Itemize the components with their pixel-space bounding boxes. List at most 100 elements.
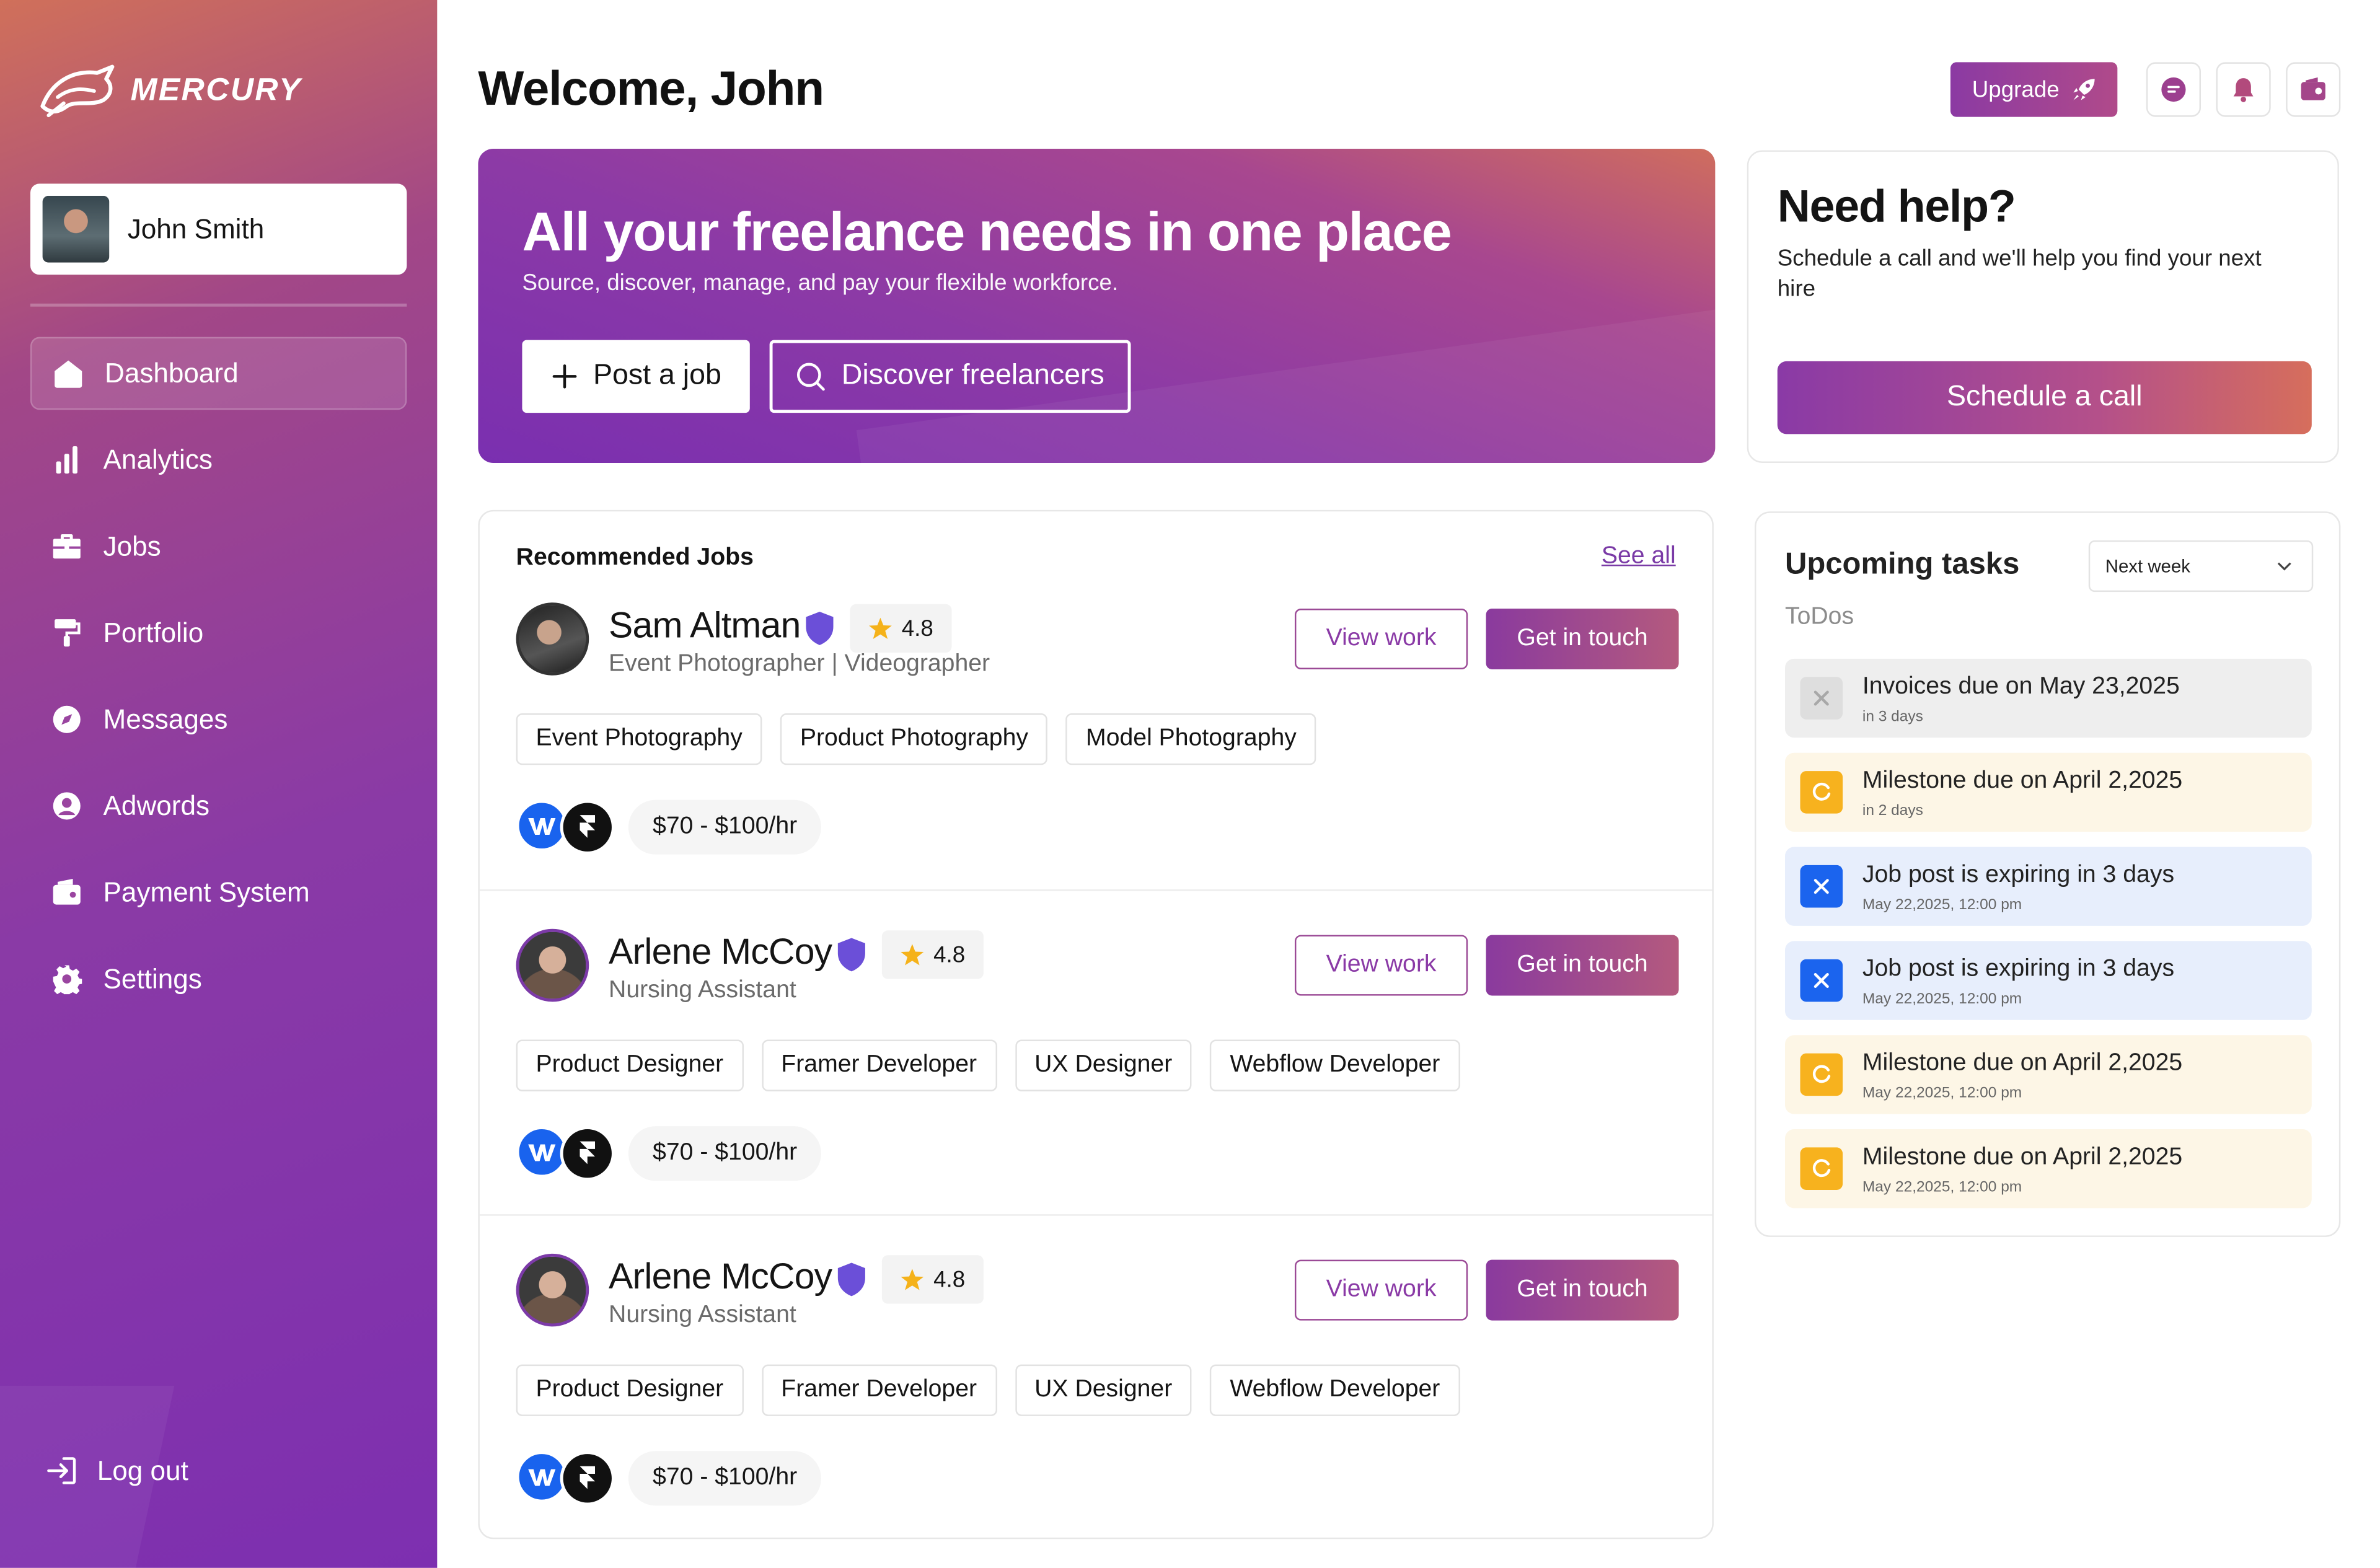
logout-icon bbox=[47, 1457, 76, 1484]
skill-tag[interactable]: UX Designer bbox=[1015, 1364, 1192, 1416]
chat-icon bbox=[2161, 77, 2186, 102]
task-title: Invoices due on May 23,2025 bbox=[1862, 674, 2180, 700]
view-work-button[interactable]: View work bbox=[1294, 609, 1468, 669]
progress-icon bbox=[1800, 771, 1843, 814]
sidebar-nav: Dashboard Analytics Jobs Portfolio Messa… bbox=[30, 337, 407, 1029]
task-item[interactable]: Milestone due on April 2,2025 May 22,202… bbox=[1785, 1035, 2312, 1114]
wallet-icon bbox=[2301, 77, 2325, 100]
close-icon[interactable] bbox=[1800, 959, 1843, 1002]
sidebar-item-dashboard[interactable]: Dashboard bbox=[30, 337, 407, 410]
progress-icon bbox=[1800, 1147, 1843, 1190]
hourly-rate: $70 - $100/hr bbox=[628, 1126, 822, 1181]
task-item[interactable]: Job post is expiring in 3 days May 22,20… bbox=[1785, 941, 2312, 1020]
freelancer-name[interactable]: Sam Altman bbox=[609, 606, 801, 648]
get-in-touch-button[interactable]: Get in touch bbox=[1486, 609, 1679, 669]
close-icon[interactable] bbox=[1800, 865, 1843, 908]
job-card: Sam Altman 4.8 Event Photographer | Vide… bbox=[480, 511, 1712, 855]
task-item[interactable]: Job post is expiring in 3 days May 22,20… bbox=[1785, 847, 2312, 926]
freelancer-name[interactable]: Arlene McCoy bbox=[609, 1257, 832, 1300]
discover-freelancers-button[interactable]: Discover freelancers bbox=[769, 340, 1131, 413]
sidebar-item-jobs[interactable]: Jobs bbox=[30, 510, 407, 583]
close-icon[interactable] bbox=[1800, 677, 1843, 720]
task-title: Milestone due on April 2,2025 bbox=[1862, 1144, 2183, 1171]
skill-tag[interactable]: Model Photography bbox=[1066, 713, 1316, 765]
search-icon bbox=[797, 363, 826, 391]
user-profile-card[interactable]: John Smith bbox=[30, 183, 407, 275]
star-icon bbox=[901, 944, 924, 966]
todos-label: ToDos bbox=[1785, 604, 1854, 630]
post-job-label: Post a job bbox=[593, 359, 721, 392]
discover-freelancers-label: Discover freelancers bbox=[841, 359, 1104, 392]
sidebar-item-messages[interactable]: Messages bbox=[30, 683, 407, 756]
sidebar-item-adwords[interactable]: Adwords bbox=[30, 770, 407, 843]
upgrade-button[interactable]: Upgrade bbox=[1950, 62, 2118, 117]
task-list: Invoices due on May 23,2025 in 3 days Mi… bbox=[1785, 658, 2312, 1223]
help-card: Need help? Schedule a call and we'll hel… bbox=[1747, 150, 2339, 463]
tool-icons bbox=[516, 799, 617, 855]
framer-icon bbox=[560, 799, 615, 855]
help-title: Need help? bbox=[1777, 182, 2016, 232]
skill-tags: Product Designer Framer Developer UX Des… bbox=[516, 1039, 1460, 1091]
sidebar-item-analytics[interactable]: Analytics bbox=[30, 423, 407, 496]
brand-logo[interactable]: MERCURY bbox=[37, 61, 302, 121]
skill-tag[interactable]: Product Photography bbox=[780, 713, 1048, 765]
notifications-button[interactable] bbox=[2216, 62, 2271, 117]
task-item[interactable]: Invoices due on May 23,2025 in 3 days bbox=[1785, 658, 2312, 738]
rocket-icon bbox=[2073, 79, 2095, 100]
freelancer-name[interactable]: Arlene McCoy bbox=[609, 932, 832, 975]
upcoming-tasks-title: Upcoming tasks bbox=[1785, 548, 2020, 581]
task-item[interactable]: Milestone due on April 2,2025 May 22,202… bbox=[1785, 1129, 2312, 1209]
tool-icons bbox=[516, 1126, 617, 1181]
task-title: Job post is expiring in 3 days bbox=[1862, 862, 2175, 888]
verified-shield-icon bbox=[837, 1262, 865, 1297]
avatar bbox=[516, 602, 589, 676]
plus-icon bbox=[552, 364, 576, 389]
page-title: Welcome, John bbox=[478, 60, 824, 116]
hero-title: All your freelance needs in one place bbox=[522, 200, 1452, 263]
get-in-touch-button[interactable]: Get in touch bbox=[1486, 1259, 1679, 1321]
skill-tag[interactable]: Product Designer bbox=[516, 1039, 744, 1091]
wallet-button[interactable] bbox=[2286, 62, 2341, 117]
bell-icon bbox=[2233, 78, 2254, 102]
week-filter-value: Next week bbox=[2105, 555, 2190, 577]
post-job-button[interactable]: Post a job bbox=[522, 340, 750, 413]
skill-tag[interactable]: Product Designer bbox=[516, 1364, 744, 1416]
upcoming-tasks-panel: Upcoming tasks Next week ToDos Invoices … bbox=[1755, 511, 2341, 1237]
view-work-button[interactable]: View work bbox=[1294, 935, 1468, 996]
tool-icons bbox=[516, 1451, 617, 1506]
schedule-call-button[interactable]: Schedule a call bbox=[1777, 361, 2312, 434]
task-item[interactable]: Milestone due on April 2,2025 in 2 days bbox=[1785, 752, 2312, 832]
task-title: Job post is expiring in 3 days bbox=[1862, 956, 2175, 982]
logout-label: Log out bbox=[97, 1455, 188, 1486]
briefcase-icon bbox=[53, 534, 81, 559]
task-subtitle: May 22,2025, 12:00 pm bbox=[1862, 1085, 2022, 1102]
sidebar-item-payment-system[interactable]: Payment System bbox=[30, 856, 407, 929]
sidebar-item-settings[interactable]: Settings bbox=[30, 943, 407, 1016]
chevron-down-icon bbox=[2277, 562, 2291, 571]
skill-tag[interactable]: Webflow Developer bbox=[1210, 1039, 1460, 1091]
skill-tag[interactable]: Event Photography bbox=[516, 713, 762, 765]
freelancer-role: Nursing Assistant bbox=[609, 977, 796, 1003]
hourly-rate: $70 - $100/hr bbox=[628, 1451, 822, 1506]
rating-value: 4.8 bbox=[901, 615, 933, 641]
skill-tags: Event Photography Product Photography Mo… bbox=[516, 713, 1316, 765]
hero-subtitle: Source, discover, manage, and pay your f… bbox=[522, 270, 1119, 296]
logout-button[interactable]: Log out bbox=[45, 1454, 188, 1487]
skill-tag[interactable]: Framer Developer bbox=[761, 1364, 997, 1416]
rating-value: 4.8 bbox=[933, 941, 966, 968]
chat-button[interactable] bbox=[2146, 62, 2202, 117]
skill-tag[interactable]: Framer Developer bbox=[761, 1039, 997, 1091]
sidebar-item-label: Messages bbox=[103, 703, 228, 734]
rating-badge: 4.8 bbox=[850, 604, 952, 653]
verified-shield-icon bbox=[837, 938, 865, 972]
task-title: Milestone due on April 2,2025 bbox=[1862, 768, 2183, 794]
sidebar-divider bbox=[30, 303, 407, 307]
verified-shield-icon bbox=[806, 611, 834, 645]
sidebar-item-portfolio[interactable]: Portfolio bbox=[30, 596, 407, 669]
skill-tag[interactable]: Webflow Developer bbox=[1210, 1364, 1460, 1416]
view-work-button[interactable]: View work bbox=[1294, 1259, 1468, 1321]
week-filter-select[interactable]: Next week bbox=[2088, 540, 2314, 592]
rating-badge: 4.8 bbox=[881, 1255, 984, 1304]
skill-tag[interactable]: UX Designer bbox=[1015, 1039, 1192, 1091]
get-in-touch-button[interactable]: Get in touch bbox=[1486, 935, 1679, 996]
